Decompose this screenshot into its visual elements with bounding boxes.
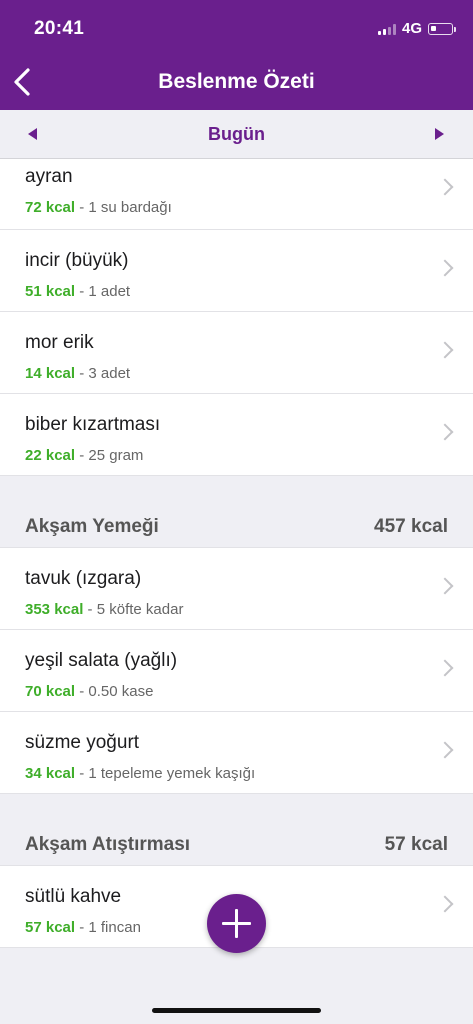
food-kcal: 51 kcal	[25, 283, 76, 300]
chevron-right-icon	[436, 895, 454, 913]
section-total: 57 kcal	[384, 834, 448, 855]
food-name: yeşil salata (yağlı)	[25, 650, 178, 671]
section-title: Akşam Yemeği	[25, 516, 159, 537]
food-portion: - 1 tepeleme yemek kaşığı	[75, 765, 256, 782]
food-name: biber kızartması	[25, 414, 161, 435]
food-detail: 34 kcal - 1 tepeleme yemek kaşığı	[25, 765, 255, 782]
food-detail: 57 kcal - 1 fincan	[25, 919, 141, 936]
chevron-right-icon	[436, 577, 454, 595]
date-navigator: Bugün	[0, 110, 473, 159]
food-kcal: 22 kcal	[25, 447, 76, 464]
food-name: sütlü kahve	[25, 886, 122, 907]
food-row[interactable]: incir (büyük) 51 kcal - 1 adet	[0, 230, 473, 312]
add-food-button[interactable]	[207, 894, 266, 953]
food-kcal: 34 kcal	[25, 765, 76, 782]
chevron-right-icon	[436, 423, 454, 441]
food-name: ayran	[25, 166, 73, 187]
food-row[interactable]: tavuk (ızgara) 353 kcal - 5 köfte kadar	[0, 548, 473, 630]
food-name: tavuk (ızgara)	[25, 568, 142, 589]
meal-list: ayran 72 kcal - 1 su bardağı incir (büyü…	[0, 159, 473, 948]
food-kcal: 57 kcal	[25, 919, 76, 936]
section-header-evening-snack: Akşam Atıştırması 57 kcal	[0, 826, 473, 866]
food-name: süzme yoğurt	[25, 732, 140, 753]
food-detail: 353 kcal - 5 köfte kadar	[25, 601, 183, 618]
food-row[interactable]: biber kızartması 22 kcal - 25 gram	[0, 394, 473, 476]
food-portion: - 1 fincan	[75, 919, 141, 936]
food-detail: 72 kcal - 1 su bardağı	[25, 199, 172, 216]
date-label[interactable]: Bugün	[0, 124, 473, 145]
food-portion: - 1 adet	[75, 283, 131, 300]
food-kcal: 14 kcal	[25, 365, 76, 382]
chevron-right-icon	[436, 741, 454, 759]
food-detail: 70 kcal - 0.50 kase	[25, 683, 153, 700]
food-row[interactable]: yeşil salata (yağlı) 70 kcal - 0.50 kase	[0, 630, 473, 712]
home-indicator[interactable]	[152, 1008, 321, 1013]
page-title: Beslenme Özeti	[158, 70, 315, 93]
status-icons: 4G	[377, 20, 456, 37]
food-portion: - 3 adet	[75, 365, 131, 382]
food-kcal: 72 kcal	[25, 199, 76, 216]
next-day-button[interactable]	[429, 124, 449, 144]
food-detail: 51 kcal - 1 adet	[25, 283, 130, 300]
chevron-right-icon	[436, 259, 454, 277]
food-detail: 14 kcal - 3 adet	[25, 365, 130, 382]
food-portion: - 0.50 kase	[75, 683, 154, 700]
food-portion: - 25 gram	[75, 447, 144, 464]
section-title: Akşam Atıştırması	[25, 834, 191, 855]
section-total: 457 kcal	[374, 516, 448, 537]
chevron-right-icon	[436, 659, 454, 677]
food-portion: - 1 su bardağı	[75, 199, 172, 216]
food-name: mor erik	[25, 332, 94, 353]
section-header-dinner: Akşam Yemeği 457 kcal	[0, 508, 473, 548]
chevron-right-icon	[436, 178, 454, 196]
food-portion: - 5 köfte kadar	[83, 601, 184, 618]
food-kcal: 70 kcal	[25, 683, 76, 700]
chevron-right-icon	[436, 341, 454, 359]
food-name: incir (büyük)	[25, 250, 129, 271]
signal-icon	[377, 23, 396, 35]
food-detail: 22 kcal - 25 gram	[25, 447, 143, 464]
food-row[interactable]: mor erik 14 kcal - 3 adet	[0, 312, 473, 394]
top-bar: 20:41 4G Beslenme Özeti	[0, 0, 473, 110]
food-row[interactable]: ayran 72 kcal - 1 su bardağı	[0, 159, 473, 230]
food-kcal: 353 kcal	[25, 601, 84, 618]
status-time: 20:41	[34, 18, 85, 39]
food-row[interactable]: süzme yoğurt 34 kcal - 1 tepeleme yemek …	[0, 712, 473, 794]
battery-icon	[428, 22, 456, 35]
network-label: 4G	[401, 20, 422, 37]
